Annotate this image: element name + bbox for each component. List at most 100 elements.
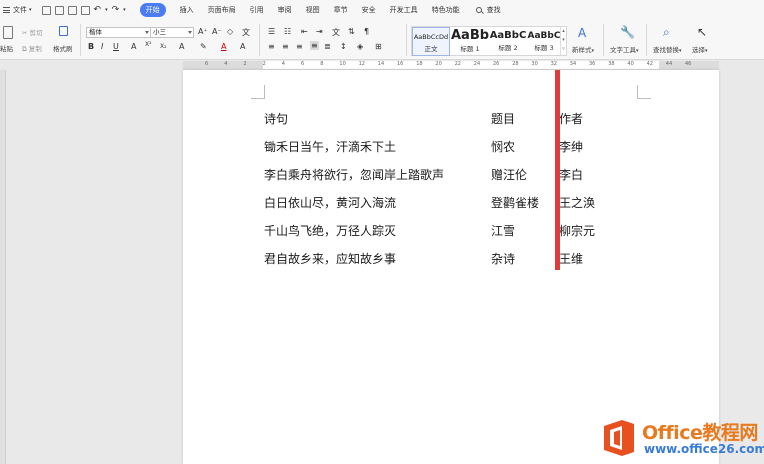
wrench-icon[interactable]: 🔧 (620, 25, 635, 39)
superscript-icon[interactable]: X² (145, 41, 152, 48)
numbered-list-icon[interactable]: ☷ (284, 27, 291, 36)
text-tools-button[interactable]: 文字工具▾ (610, 44, 639, 54)
align-left-icon[interactable]: ≡ (268, 42, 275, 51)
sort-icon[interactable]: ⇅ (348, 27, 355, 36)
subscript-icon[interactable]: X₂ (160, 43, 167, 50)
save-icon[interactable] (41, 5, 51, 15)
text-effect-icon[interactable]: A (179, 42, 184, 51)
new-style-button[interactable]: 新样式▾ (572, 44, 594, 54)
style-name: 正文 (424, 45, 438, 53)
chevron-down-icon (145, 31, 149, 34)
ruler-tick-label: 32 (550, 61, 557, 67)
chevron-down-icon: ▾ (591, 48, 595, 54)
format-painter-icon[interactable] (59, 26, 68, 36)
decrease-indent-icon[interactable]: ⇤ (301, 27, 308, 36)
style-heading-3[interactable]: AaBbC 标题 3 (527, 27, 561, 56)
line-spacing-icon[interactable]: ↕ (340, 42, 347, 51)
tab-sections[interactable]: 章节 (334, 3, 348, 17)
divider (603, 24, 604, 56)
tab-insert[interactable]: 插入 (180, 3, 194, 17)
ruler-tick-label: 14 (377, 61, 385, 67)
divider (259, 24, 260, 56)
paste-button[interactable]: 粘贴 (0, 43, 13, 53)
underline-icon[interactable]: U (113, 42, 119, 51)
character-shading-icon[interactable]: A (240, 42, 245, 51)
paste-icon[interactable] (3, 26, 13, 39)
ruler-tick-label: 18 (416, 61, 423, 67)
tab-special-features[interactable]: 特色功能 (432, 3, 460, 17)
font-size-value: 小三 (153, 28, 166, 36)
font-name-value: 楷体 (89, 28, 102, 36)
header-poem: 诗句 (264, 112, 289, 126)
justify-icon[interactable]: ≡ (310, 41, 319, 50)
ruler-tick-label: 38 (608, 61, 615, 67)
tab-home[interactable]: 开始 (139, 3, 166, 17)
chevron-down-icon (188, 31, 192, 34)
divider (646, 24, 647, 56)
style-preview: AaBbC (489, 30, 527, 41)
horizontal-ruler[interactable]: 6 4 2 2 4 6 8 10 12 14 16 18 20 22 24 26 28 30 32 34 36 38 40 4… (183, 61, 719, 70)
undo-dropdown-icon[interactable]: ▾ (105, 7, 108, 13)
hamburger-icon (3, 7, 10, 13)
bold-icon[interactable]: B (88, 42, 94, 51)
ruler-tick-label: 6 (301, 61, 305, 67)
style-heading-2[interactable]: AaBbC 标题 2 (489, 27, 527, 56)
cut-button[interactable]: ✂ 剪切 (22, 27, 43, 37)
search-command[interactable]: 查找 (475, 5, 501, 15)
file-menu[interactable]: 文件 ▾ (0, 0, 36, 20)
export-pdf-icon[interactable] (54, 5, 64, 15)
font-color-icon[interactable]: A (221, 42, 226, 51)
redo-icon[interactable]: ↷ (112, 5, 120, 15)
customize-toolbar-icon[interactable]: ▾ (123, 7, 126, 13)
ruler-tick-label: 10 (339, 61, 346, 67)
tab-developer[interactable]: 开发工具 (390, 3, 418, 17)
tab-page-layout[interactable]: 页面布局 (208, 3, 236, 17)
style-heading-1[interactable]: AaBb 标题 1 (451, 27, 489, 56)
align-center-icon[interactable]: ≡ (282, 42, 289, 51)
chevron-down-icon: ▾ (679, 48, 682, 54)
margin-corner-mark (637, 85, 651, 99)
poem-line: 李白乘舟将欲行，忽闻岸上踏歌声 (264, 168, 445, 182)
shading-icon[interactable]: ◈ (357, 42, 363, 51)
format-painter-button[interactable]: 格式刷 (53, 43, 73, 53)
font-name-select[interactable]: 楷体 (86, 27, 151, 38)
style-normal[interactable]: AaBbCcDd 正文 (412, 27, 450, 56)
align-right-icon[interactable]: ≡ (296, 42, 303, 51)
tab-review[interactable]: 审阅 (278, 3, 292, 17)
show-marks-icon[interactable]: ¶ (364, 27, 369, 36)
poem-line: 千山鸟飞绝，万径人踪灭 (264, 224, 397, 238)
ruler-tick-label: 26 (493, 61, 500, 67)
phonetic-guide-icon[interactable]: 文 (242, 27, 250, 38)
ruler-tick-label: 6 (205, 61, 209, 67)
poem-title: 江雪 (491, 224, 516, 238)
print-icon[interactable] (67, 5, 77, 15)
shrink-font-icon[interactable]: A⁻ (212, 27, 222, 36)
italic-icon[interactable]: I (101, 42, 103, 51)
print-preview-icon[interactable] (80, 5, 90, 15)
chevron-down-icon: ▾ (29, 7, 32, 13)
bullet-list-icon[interactable]: ☰ (268, 27, 275, 36)
distributed-icon[interactable]: ≣ (324, 42, 331, 51)
chinese-layout-icon[interactable]: 文 (332, 27, 340, 38)
borders-icon[interactable]: ⊞ (375, 42, 382, 51)
undo-icon[interactable]: ↶ (94, 5, 102, 15)
tab-security[interactable]: 安全 (362, 3, 376, 17)
strikethrough-icon[interactable]: A (131, 42, 136, 51)
highlight-icon[interactable]: ✎ (200, 42, 207, 51)
styles-scroll[interactable]: ▴ ▾ ▿ (560, 27, 566, 55)
new-style-icon[interactable]: A (578, 26, 586, 40)
cursor-icon[interactable]: ↖ (697, 25, 707, 39)
copy-button[interactable]: ⧉ 复制 (22, 43, 42, 54)
font-size-select[interactable]: 小三 (150, 27, 194, 38)
clear-format-icon[interactable]: ◇ (227, 27, 233, 36)
select-button[interactable]: 选择▾ (692, 44, 708, 54)
tab-view[interactable]: 视图 (306, 3, 320, 17)
poem-title: 悯农 (491, 140, 516, 154)
find-replace-button[interactable]: 查找替换▾ (653, 44, 682, 54)
increase-indent-icon[interactable]: ⇥ (316, 27, 323, 36)
office-logo-icon (604, 420, 634, 456)
tab-references[interactable]: 引用 (250, 3, 264, 17)
document-page[interactable]: 诗句 题目 作者 锄禾日当午，汗滴禾下土 悯农 李绅 李白乘舟将欲行，忽闻岸上踏… (183, 70, 719, 464)
grow-font-icon[interactable]: A⁺ (198, 27, 208, 36)
find-icon[interactable]: ⌕ (663, 25, 670, 40)
